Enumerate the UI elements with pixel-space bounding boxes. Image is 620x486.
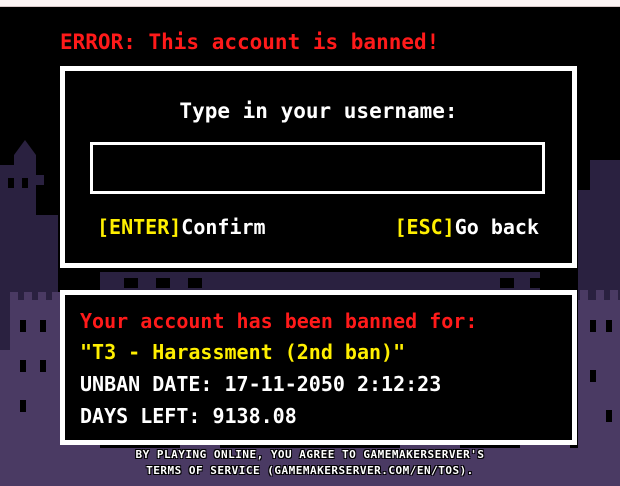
ban-title: Your account has been banned for:: [80, 309, 478, 333]
esc-key-hint: [ESC]: [394, 215, 455, 239]
ban-reason: "T3 - Harassment (2nd ban)": [80, 340, 406, 364]
tos-line-1: BY PLAYING ONLINE, YOU AGREE TO GAMEMAKE…: [135, 448, 485, 461]
confirm-button[interactable]: [ENTER]Confirm: [97, 215, 266, 239]
go-back-label: Go back: [454, 215, 539, 239]
error-message: ERROR: This account is banned!: [60, 30, 440, 54]
go-back-button[interactable]: [ESC]Go back: [394, 215, 539, 239]
enter-key-hint: [ENTER]: [97, 215, 182, 239]
game-screen: ERROR: This account is banned! Type in y…: [0, 0, 620, 486]
days-left: DAYS LEFT: 9138.08: [80, 404, 297, 428]
username-prompt: Type in your username:: [179, 99, 458, 123]
confirm-label: Confirm: [181, 215, 266, 239]
tos-line-2: TERMS OF SERVICE (GAMEMAKERSERVER.COM/EN…: [146, 464, 474, 477]
ban-info-panel: Your account has been banned for: "T3 - …: [60, 290, 577, 445]
username-input[interactable]: [90, 142, 545, 194]
login-panel: Type in your username: [ENTER]Confirm [E…: [60, 66, 577, 268]
terms-of-service-notice: BY PLAYING ONLINE, YOU AGREE TO GAMEMAKE…: [0, 447, 620, 479]
unban-date: UNBAN DATE: 17-11-2050 2:12:23: [80, 372, 442, 396]
